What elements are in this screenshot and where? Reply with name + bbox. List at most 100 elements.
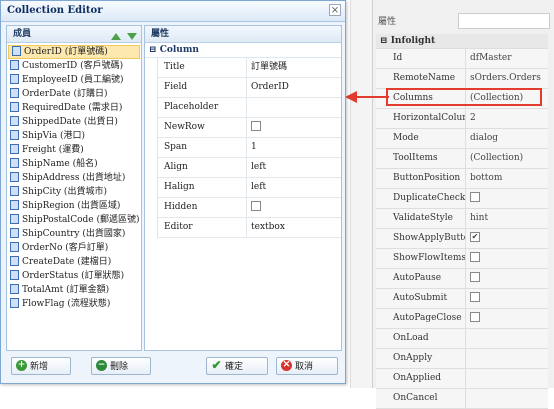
- designer-property-row[interactable]: Id dfMaster: [376, 49, 548, 69]
- member-label: ShippedDate (出貨日): [22, 117, 118, 127]
- designer-property-row[interactable]: DuplicateCheck: [376, 189, 548, 209]
- designer-property-row[interactable]: HorizontalColumn2: [376, 109, 548, 129]
- member-list-item[interactable]: TotalAmt (訂單金額): [7, 283, 141, 297]
- checkbox[interactable]: [251, 200, 261, 211]
- designer-property-row[interactable]: OnCancel: [376, 389, 548, 409]
- delete-button[interactable]: − 刪除: [91, 357, 151, 375]
- ok-button[interactable]: ✔ 確定: [206, 357, 268, 375]
- designer-property-row[interactable]: RemoteName sOrders.Orders: [376, 69, 548, 89]
- column-property-value[interactable]: left: [247, 158, 341, 177]
- column-property-value[interactable]: textbox: [247, 218, 341, 237]
- checkbox[interactable]: [470, 311, 480, 322]
- designer-property-value[interactable]: [466, 349, 548, 368]
- column-icon: [10, 255, 19, 266]
- column-property-row[interactable]: NewRow: [158, 118, 341, 138]
- column-property-row[interactable]: Title 訂單號碼: [158, 58, 341, 78]
- designer-property-row[interactable]: Mode dialog: [376, 129, 548, 149]
- designer-property-value[interactable]: [466, 189, 548, 208]
- member-list-item[interactable]: ShipVia (港口): [7, 129, 141, 143]
- close-icon[interactable]: ×: [329, 4, 341, 16]
- designer-property-row[interactable]: AutoPause: [376, 269, 548, 289]
- column-property-row[interactable]: Halign left: [158, 178, 341, 198]
- member-list-item[interactable]: CustomerID (客戶號碼): [7, 59, 141, 73]
- member-list-item[interactable]: OrderID (訂單號碼): [8, 45, 140, 59]
- column-property-value[interactable]: 1: [247, 138, 341, 157]
- column-property-value[interactable]: [247, 98, 341, 117]
- designer-property-name: ToolItems: [376, 149, 466, 168]
- member-list-item[interactable]: EmployeeID (員工編號): [7, 73, 141, 87]
- designer-property-row[interactable]: ValidateStyle hint: [376, 209, 548, 229]
- column-group-header[interactable]: ⊟ Column: [145, 43, 341, 58]
- designer-property-row[interactable]: OnApplied: [376, 369, 548, 389]
- designer-property-value[interactable]: sOrders.Orders: [466, 69, 548, 88]
- designer-property-value[interactable]: 2: [466, 109, 548, 128]
- designer-property-row[interactable]: ToolItems (Collection): [376, 149, 548, 169]
- member-list-item[interactable]: ShipPostalCode (郵遞區號): [7, 213, 141, 227]
- designer-property-value[interactable]: dfMaster: [466, 49, 548, 68]
- designer-property-row[interactable]: AutoSubmit: [376, 289, 548, 309]
- column-property-value[interactable]: [247, 118, 341, 137]
- designer-property-value[interactable]: (Collection): [466, 149, 548, 168]
- designer-property-value[interactable]: [466, 249, 548, 268]
- designer-property-name: AutoPageClose: [376, 309, 466, 328]
- member-list-item[interactable]: ShipName (船名): [7, 157, 141, 171]
- column-property-row[interactable]: Align left: [158, 158, 341, 178]
- designer-property-value[interactable]: ✔: [466, 229, 548, 248]
- column-icon: [10, 227, 19, 238]
- designer-property-search[interactable]: [458, 13, 550, 29]
- member-list-item[interactable]: OrderNo (客戶訂單): [7, 241, 141, 255]
- member-list-item[interactable]: FlowFlag (流程狀態): [7, 297, 141, 311]
- member-list-item[interactable]: ShippedDate (出貨日): [7, 115, 141, 129]
- designer-property-value[interactable]: bottom: [466, 169, 548, 188]
- designer-property-row[interactable]: AutoPageClose: [376, 309, 548, 329]
- column-property-row[interactable]: Hidden: [158, 198, 341, 218]
- member-list-item[interactable]: OrderStatus (訂單狀態): [7, 269, 141, 283]
- dialog-title-bar[interactable]: Collection Editor ×: [1, 1, 345, 22]
- member-list-item[interactable]: ShipCity (出貨城市): [7, 185, 141, 199]
- column-property-name: NewRow: [158, 118, 247, 137]
- column-property-value[interactable]: OrderID: [247, 78, 341, 97]
- add-button[interactable]: + 新增: [11, 357, 71, 375]
- column-property-value[interactable]: left: [247, 178, 341, 197]
- designer-property-row[interactable]: ShowApplyButton ✔: [376, 229, 548, 249]
- member-list-item[interactable]: CreateDate (建檔日): [7, 255, 141, 269]
- cancel-button[interactable]: ✕ 取消: [276, 357, 338, 375]
- move-up-icon[interactable]: [110, 33, 121, 40]
- designer-property-row[interactable]: OnApply: [376, 349, 548, 369]
- member-list-item[interactable]: Freight (運費): [7, 143, 141, 157]
- column-property-row[interactable]: Editor textbox: [158, 218, 341, 238]
- member-list-item[interactable]: ShipAddress (出貨地址): [7, 171, 141, 185]
- column-property-row[interactable]: Field OrderID: [158, 78, 341, 98]
- checkbox[interactable]: [470, 191, 480, 202]
- checkbox[interactable]: [470, 271, 480, 282]
- designer-property-group[interactable]: ⊟ Infolight: [376, 34, 548, 49]
- designer-property-row[interactable]: OnLoad: [376, 329, 548, 349]
- designer-property-value[interactable]: [466, 289, 548, 308]
- checkbox[interactable]: [470, 291, 480, 302]
- designer-property-value[interactable]: [466, 369, 548, 388]
- column-property-name: Field: [158, 78, 247, 97]
- designer-property-row[interactable]: ShowFlowItems: [376, 249, 548, 269]
- column-property-row[interactable]: Placeholder: [158, 98, 341, 118]
- column-property-value[interactable]: 訂單號碼: [247, 58, 341, 77]
- designer-property-value[interactable]: [466, 269, 548, 288]
- checkbox[interactable]: ✔: [470, 231, 480, 242]
- member-list-item[interactable]: ShipRegion (出貨區域): [7, 199, 141, 213]
- designer-property-value[interactable]: [466, 389, 548, 408]
- designer-property-value[interactable]: dialog: [466, 129, 548, 148]
- designer-property-name: DuplicateCheck: [376, 189, 466, 208]
- move-down-icon[interactable]: [127, 33, 137, 40]
- designer-property-value[interactable]: [466, 309, 548, 328]
- checkbox[interactable]: [251, 120, 261, 131]
- checkbox[interactable]: [470, 251, 480, 262]
- column-property-row[interactable]: Span 1: [158, 138, 341, 158]
- column-property-value[interactable]: [247, 198, 341, 217]
- member-list-item[interactable]: RequiredDate (需求日): [7, 101, 141, 115]
- designer-property-value[interactable]: hint: [466, 209, 548, 228]
- member-list-item[interactable]: OrderDate (訂購日): [7, 87, 141, 101]
- member-list-item[interactable]: ShipCountry (出貨國家): [7, 227, 141, 241]
- designer-property-value[interactable]: [466, 329, 548, 348]
- ok-label: 確定: [225, 362, 244, 372]
- column-icon: [10, 115, 19, 126]
- designer-property-row[interactable]: ButtonPosition bottom: [376, 169, 548, 189]
